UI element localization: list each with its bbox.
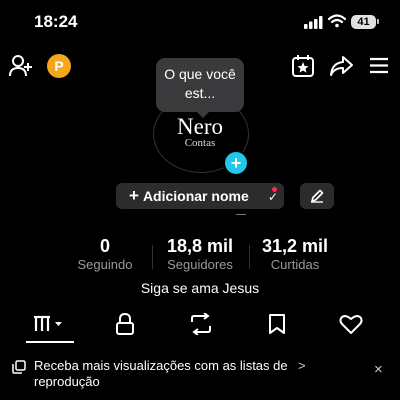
coin-icon[interactable]: P [47, 54, 71, 78]
playlist-icon [12, 360, 26, 374]
chevron-right-icon[interactable]: > [298, 358, 306, 373]
calendar-star-icon[interactable] [291, 54, 315, 78]
videos-grid-icon [34, 315, 62, 331]
stat-followers-label[interactable]: Seguidores [155, 257, 245, 272]
notification-dot [272, 187, 277, 192]
share-icon[interactable] [329, 55, 354, 77]
tab-active-indicator [26, 341, 74, 343]
plus-icon: + [129, 186, 139, 205]
note-bubble[interactable]: O que você est... [156, 58, 244, 112]
menu-icon[interactable] [369, 57, 389, 74]
add-friend-icon[interactable] [9, 54, 35, 78]
avatar-subtitle: Contas [184, 137, 216, 149]
add-name-label: Adicionar nome [142, 188, 249, 204]
heart-icon[interactable] [339, 314, 363, 335]
tab-videos[interactable] [33, 315, 67, 338]
lock-icon[interactable] [115, 313, 135, 335]
add-name-button[interactable]: + Adicionar nome [116, 183, 284, 209]
pencil-icon [311, 189, 324, 203]
bookmark-icon[interactable] [268, 313, 286, 335]
stat-likes-label[interactable]: Curtidas [250, 257, 340, 272]
battery-cap [377, 19, 379, 24]
wifi-icon [328, 14, 346, 28]
status-time: 18:24 [34, 12, 78, 31]
separator-dash [236, 214, 246, 215]
close-icon[interactable]: × [374, 361, 383, 378]
edit-profile-button[interactable] [300, 183, 334, 209]
note-bubble-tail [196, 111, 210, 118]
cellular-signal-icon [304, 16, 323, 29]
bio-text: Siga se ama Jesus [140, 280, 260, 296]
playlist-banner-text[interactable]: Receba mais visualizações com as listas … [34, 358, 314, 390]
stat-followers-value[interactable]: 18,8 mil [155, 236, 245, 257]
battery-icon: 41 [351, 15, 376, 29]
add-story-plus-icon[interactable]: + [223, 150, 249, 176]
stat-following-label[interactable]: Seguindo [60, 257, 150, 272]
stat-divider [152, 245, 153, 269]
check-icon[interactable]: ✓ [268, 190, 278, 204]
repost-icon[interactable] [189, 313, 213, 335]
stat-following-value[interactable]: 0 [60, 236, 150, 257]
stat-likes-value[interactable]: 31,2 mil [250, 236, 340, 257]
